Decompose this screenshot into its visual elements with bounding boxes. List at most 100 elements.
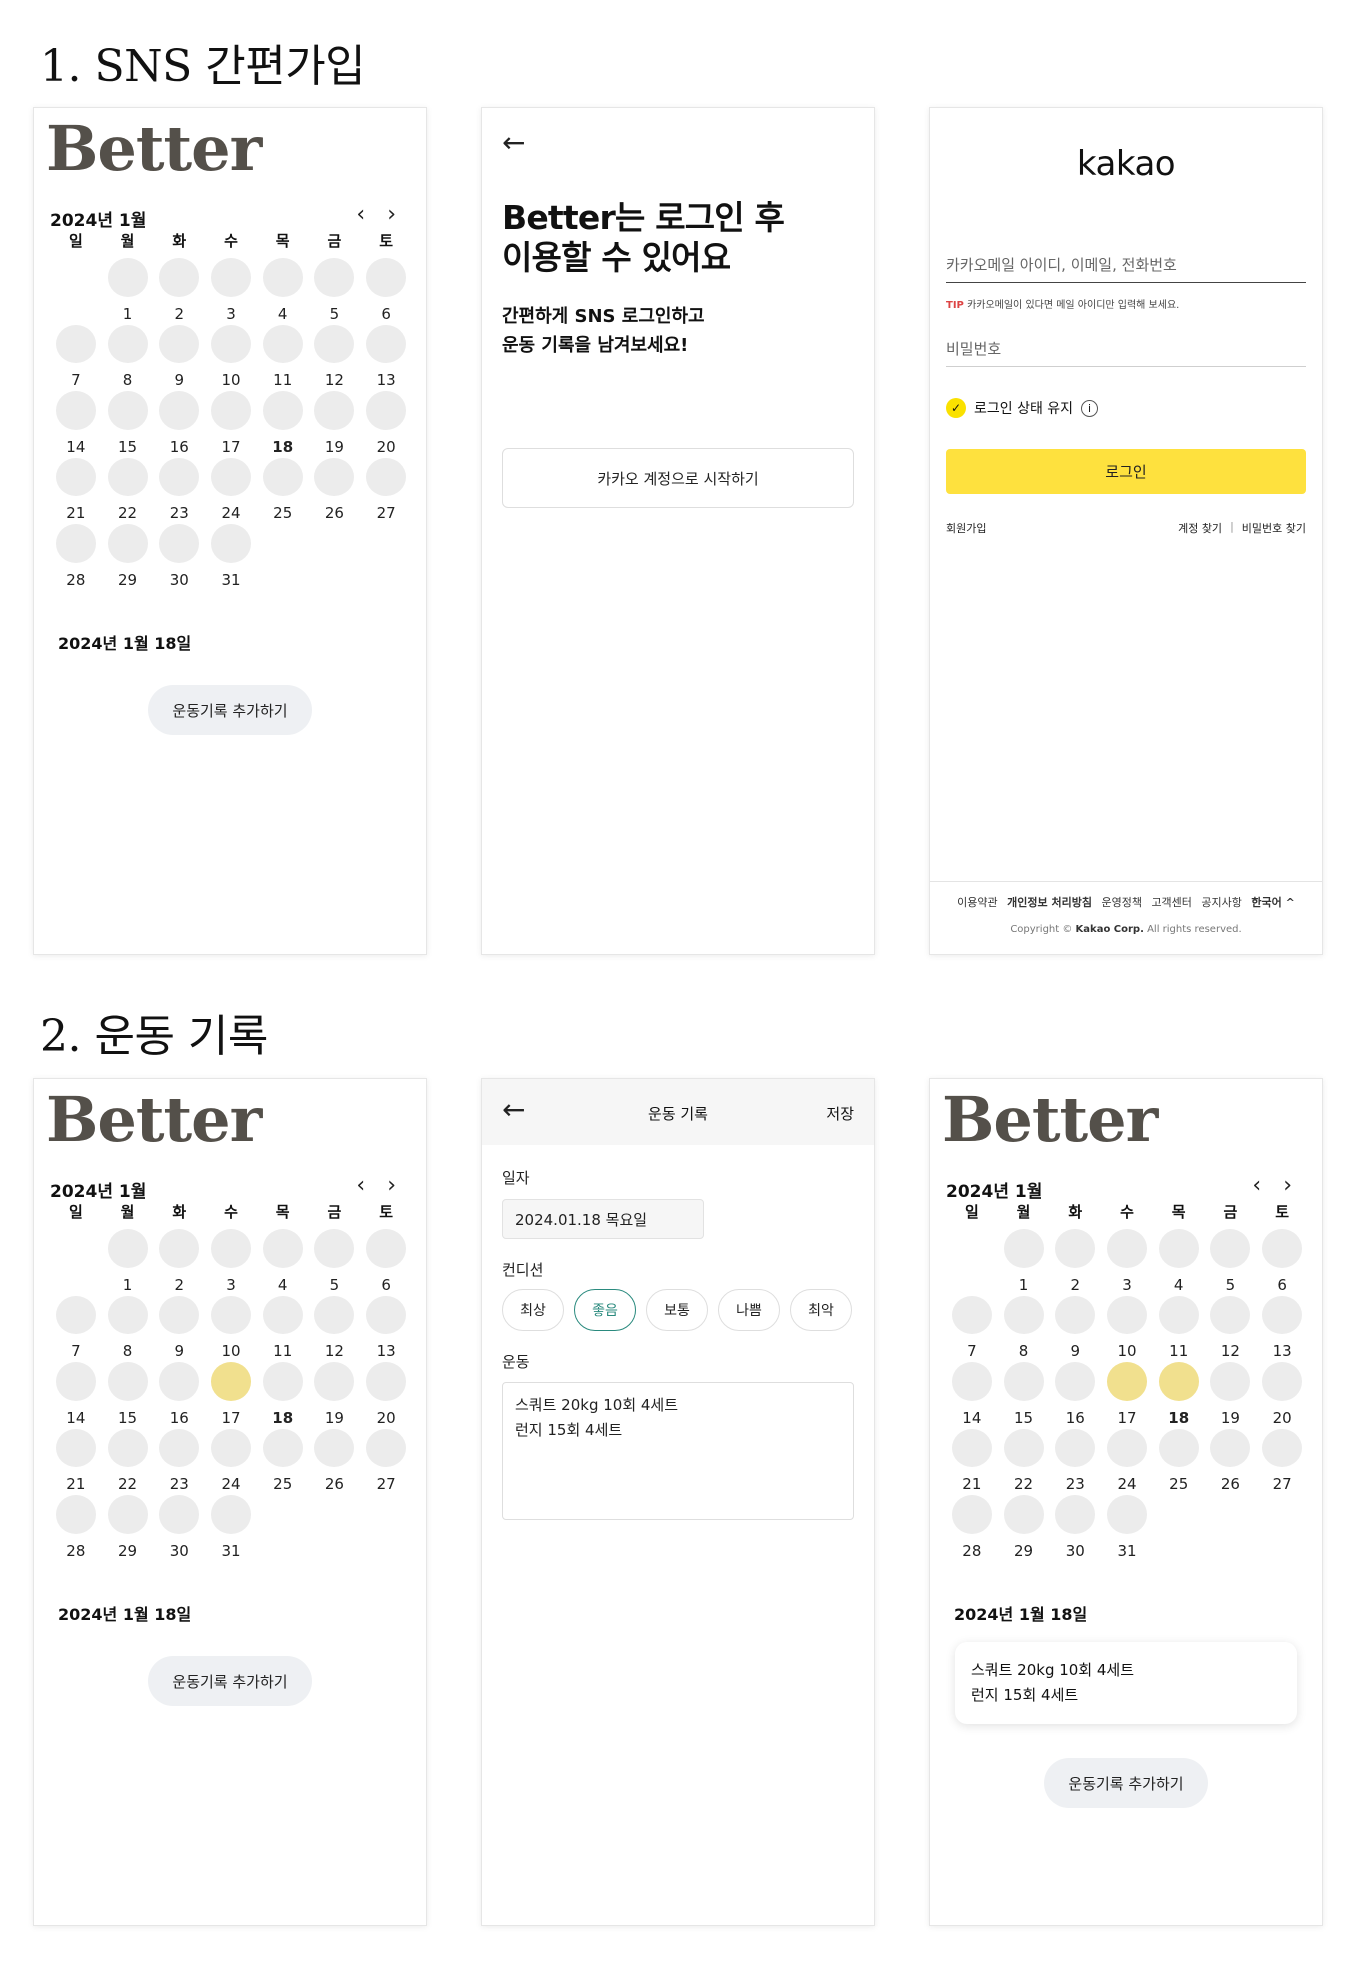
condition-chip[interactable]: 나쁨 — [718, 1289, 780, 1331]
day-cell[interactable]: 12 — [309, 1294, 361, 1360]
day-cell[interactable]: 12 — [309, 323, 361, 389]
day-cell[interactable]: 16 — [153, 1360, 205, 1427]
day-cell[interactable]: 9 — [153, 323, 205, 389]
day-cell[interactable]: 22 — [102, 1427, 154, 1493]
day-cell[interactable]: 24 — [205, 456, 257, 522]
day-cell[interactable]: 26 — [1205, 1427, 1257, 1493]
day-cell[interactable]: 16 — [153, 389, 205, 456]
day-cell[interactable]: 19 — [1205, 1360, 1257, 1427]
day-cell[interactable]: 12 — [1205, 1294, 1257, 1360]
day-cell[interactable]: 8 — [102, 323, 154, 389]
day-cell[interactable]: 5 — [309, 1227, 361, 1294]
day-cell[interactable]: 9 — [153, 1294, 205, 1360]
kakao-password-input[interactable] — [946, 332, 1306, 367]
day-cell[interactable]: 22 — [102, 456, 154, 522]
day-cell[interactable]: 5 — [309, 256, 361, 323]
day-cell[interactable]: 1 — [102, 256, 154, 323]
day-cell[interactable]: 8 — [102, 1294, 154, 1360]
day-cell[interactable]: 30 — [153, 522, 205, 589]
day-cell[interactable]: 1 — [998, 1227, 1050, 1294]
day-cell[interactable]: 4 — [1153, 1227, 1205, 1294]
save-button[interactable]: 저장 — [826, 1103, 854, 1124]
day-cell[interactable]: 6 — [360, 256, 412, 323]
day-cell[interactable]: 4 — [257, 256, 309, 323]
day-cell[interactable]: 29 — [102, 1493, 154, 1560]
day-cell[interactable]: 18 — [257, 389, 309, 456]
add-record-button[interactable]: 운동기록 추가하기 — [148, 685, 312, 735]
day-cell[interactable]: 10 — [205, 1294, 257, 1360]
day-cell[interactable]: 20 — [360, 389, 412, 456]
terms-link[interactable]: 이용약관 — [957, 896, 997, 909]
day-cell[interactable]: 16 — [1049, 1360, 1101, 1427]
day-cell[interactable]: 15 — [998, 1360, 1050, 1427]
day-cell[interactable]: 8 — [998, 1294, 1050, 1360]
record-card[interactable]: 스쿼트 20kg 10회 4세트 런지 15회 4세트 — [955, 1642, 1297, 1724]
chevron-left-icon[interactable]: ‹ — [356, 204, 365, 226]
date-field[interactable] — [502, 1199, 704, 1239]
chevron-right-icon[interactable]: › — [387, 204, 396, 226]
day-cell[interactable]: 13 — [360, 323, 412, 389]
day-cell[interactable]: 30 — [153, 1493, 205, 1560]
day-cell[interactable]: 19 — [309, 389, 361, 456]
day-cell[interactable]: 3 — [1101, 1227, 1153, 1294]
keep-login-checkbox[interactable]: ✓ 로그인 상태 유지 i — [946, 398, 1099, 418]
find-password-link[interactable]: 비밀번호 찾기 — [1242, 520, 1306, 536]
policy-link[interactable]: 운영정책 — [1101, 896, 1141, 909]
privacy-link[interactable]: 개인정보 처리방침 — [1007, 896, 1092, 909]
day-cell[interactable]: 25 — [257, 456, 309, 522]
day-cell[interactable]: 14 — [50, 1360, 102, 1427]
day-cell[interactable]: 5 — [1205, 1227, 1257, 1294]
day-cell[interactable]: 28 — [50, 522, 102, 589]
day-cell[interactable]: 28 — [50, 1493, 102, 1560]
day-cell[interactable]: 17 — [205, 1360, 257, 1427]
day-cell[interactable]: 18 — [257, 1360, 309, 1427]
day-cell[interactable]: 11 — [257, 1294, 309, 1360]
day-cell[interactable]: 6 — [360, 1227, 412, 1294]
chevron-right-icon[interactable]: › — [1283, 1175, 1292, 1197]
day-cell[interactable]: 2 — [153, 1227, 205, 1294]
day-cell[interactable]: 23 — [1049, 1427, 1101, 1493]
kakao-login-button[interactable]: 로그인 — [946, 449, 1306, 494]
day-cell[interactable]: 14 — [50, 389, 102, 456]
day-cell[interactable]: 3 — [205, 256, 257, 323]
day-cell[interactable]: 31 — [205, 1493, 257, 1560]
day-cell[interactable]: 10 — [1101, 1294, 1153, 1360]
chevron-right-icon[interactable]: › — [387, 1175, 396, 1197]
day-cell[interactable]: 9 — [1049, 1294, 1101, 1360]
day-cell[interactable]: 28 — [946, 1493, 998, 1560]
day-cell[interactable]: 3 — [205, 1227, 257, 1294]
kakao-id-input[interactable] — [946, 248, 1306, 283]
day-cell[interactable]: 27 — [360, 1427, 412, 1493]
day-cell[interactable]: 17 — [205, 389, 257, 456]
day-cell[interactable]: 2 — [1049, 1227, 1101, 1294]
day-cell[interactable]: 23 — [153, 1427, 205, 1493]
day-cell[interactable]: 21 — [946, 1427, 998, 1493]
day-cell[interactable]: 10 — [205, 323, 257, 389]
day-cell[interactable]: 15 — [102, 389, 154, 456]
day-cell[interactable]: 29 — [998, 1493, 1050, 1560]
day-cell[interactable]: 15 — [102, 1360, 154, 1427]
day-cell[interactable]: 18 — [1153, 1360, 1205, 1427]
day-cell[interactable]: 22 — [998, 1427, 1050, 1493]
day-cell[interactable]: 23 — [153, 456, 205, 522]
chevron-left-icon[interactable]: ‹ — [1252, 1175, 1261, 1197]
add-record-button[interactable]: 운동기록 추가하기 — [1044, 1758, 1208, 1808]
day-cell[interactable]: 25 — [1153, 1427, 1205, 1493]
day-cell[interactable]: 26 — [309, 456, 361, 522]
day-cell[interactable]: 1 — [102, 1227, 154, 1294]
condition-chip[interactable]: 최악 — [790, 1289, 852, 1331]
arrow-left-icon[interactable]: ← — [502, 1093, 525, 1126]
day-cell[interactable]: 7 — [50, 1294, 102, 1360]
day-cell[interactable]: 13 — [360, 1294, 412, 1360]
day-cell[interactable]: 4 — [257, 1227, 309, 1294]
day-cell[interactable]: 27 — [360, 456, 412, 522]
day-cell[interactable]: 30 — [1049, 1493, 1101, 1560]
kakao-start-button[interactable]: 카카오 계정으로 시작하기 — [502, 448, 854, 508]
condition-chip[interactable]: 좋음 — [574, 1289, 636, 1331]
signup-link[interactable]: 회원가입 — [946, 520, 986, 536]
day-cell[interactable]: 31 — [205, 522, 257, 589]
day-cell[interactable]: 13 — [1256, 1294, 1308, 1360]
day-cell[interactable]: 11 — [1153, 1294, 1205, 1360]
info-icon[interactable]: i — [1081, 399, 1099, 417]
add-record-button[interactable]: 운동기록 추가하기 — [148, 1656, 312, 1706]
